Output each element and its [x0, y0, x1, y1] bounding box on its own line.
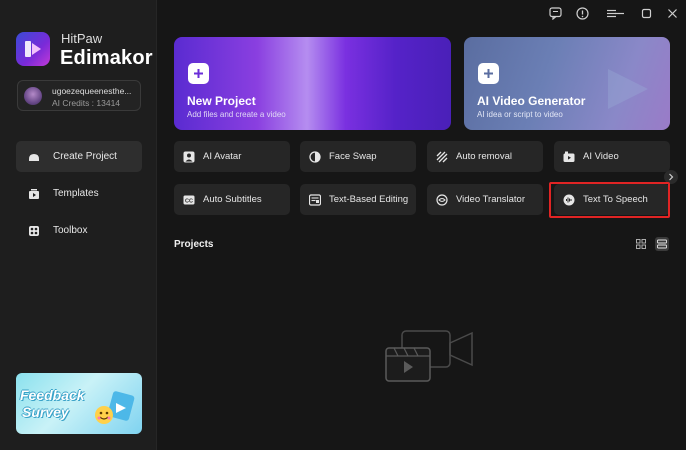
ai-video-generator-card[interactable]: AI Video Generator AI idea or script to …: [464, 37, 670, 130]
brand-small: HitPaw: [61, 31, 103, 46]
close-icon[interactable]: [665, 6, 679, 20]
tool-label: Auto Subtitles: [203, 194, 262, 205]
card-subtitle: AI idea or script to video: [477, 110, 563, 119]
toolbox-icon: [28, 225, 40, 237]
tool-ai-avatar[interactable]: AI Avatar: [174, 141, 290, 172]
tool-label: Auto removal: [456, 151, 512, 162]
tool-face-swap[interactable]: Face Swap: [300, 141, 416, 172]
card-subtitle: Add files and create a video: [187, 110, 286, 119]
sidebar-item-label: Toolbox: [53, 225, 88, 236]
sidebar: HitPaw Edimakor ugoezequeenesthe... AI C…: [0, 0, 157, 450]
sidebar-item-templates[interactable]: Templates: [16, 178, 142, 209]
list-view-icon[interactable]: [655, 237, 669, 251]
video-translator-icon: [436, 193, 448, 206]
brand-name: Edimakor: [60, 47, 153, 69]
tool-ai-video[interactable]: AI Video: [554, 141, 670, 172]
tool-video-translator[interactable]: Video Translator: [427, 184, 543, 215]
app-logo-icon: [16, 32, 50, 66]
avatar: [24, 87, 42, 105]
sidebar-item-toolbox[interactable]: Toolbox: [16, 215, 142, 246]
banner-line1: Feedback: [20, 387, 85, 403]
face-swap-icon: [309, 150, 321, 163]
feedback-icon[interactable]: [548, 6, 562, 20]
tool-text-based-editing[interactable]: Text-Based Editing: [300, 184, 416, 215]
sidebar-item-create-project[interactable]: Create Project: [16, 141, 142, 172]
auto-removal-icon: [436, 151, 448, 163]
card-title: New Project: [187, 94, 256, 108]
plus-icon: [478, 63, 499, 84]
text-based-editing-icon: [309, 193, 321, 206]
tool-label: Text-Based Editing: [329, 194, 409, 205]
username: ugoezequeenesthe...: [52, 86, 132, 96]
tool-auto-subtitles[interactable]: CC Auto Subtitles: [174, 184, 290, 215]
plus-icon: [188, 63, 209, 84]
maximize-icon[interactable]: [639, 6, 653, 20]
tool-label: AI Video: [583, 151, 619, 162]
auto-subtitles-icon: CC: [183, 194, 195, 206]
card-title: AI Video Generator: [477, 94, 586, 108]
tool-auto-removal[interactable]: Auto removal: [427, 141, 543, 172]
sidebar-item-label: Templates: [53, 188, 99, 199]
play-shape-icon: [608, 69, 648, 109]
tool-label: Video Translator: [456, 194, 526, 205]
svg-text:CC: CC: [185, 198, 193, 204]
tool-label: Face Swap: [329, 151, 377, 162]
highlight-box: [549, 182, 670, 218]
info-icon[interactable]: [575, 6, 589, 20]
ai-credits: AI Credits : 13414: [52, 98, 121, 108]
banner-line2: Survey: [22, 404, 69, 420]
projects-heading: Projects: [174, 239, 214, 250]
ai-video-icon: [563, 151, 575, 163]
grid-view-icon[interactable]: [634, 237, 648, 251]
minimize-icon[interactable]: [612, 6, 626, 20]
survey-illustration-icon: [95, 391, 135, 424]
user-account[interactable]: ugoezequeenesthe... AI Credits : 13414: [17, 80, 141, 111]
feedback-survey-banner[interactable]: Feedback Survey: [16, 373, 142, 434]
ai-avatar-icon: [183, 151, 195, 163]
templates-icon: [28, 188, 40, 200]
tool-label: AI Avatar: [203, 151, 242, 162]
sidebar-item-label: Create Project: [53, 151, 117, 162]
new-project-card[interactable]: New Project Add files and create a video: [174, 37, 451, 130]
empty-projects-video-icon: [385, 330, 473, 382]
create-project-icon: [28, 151, 40, 163]
